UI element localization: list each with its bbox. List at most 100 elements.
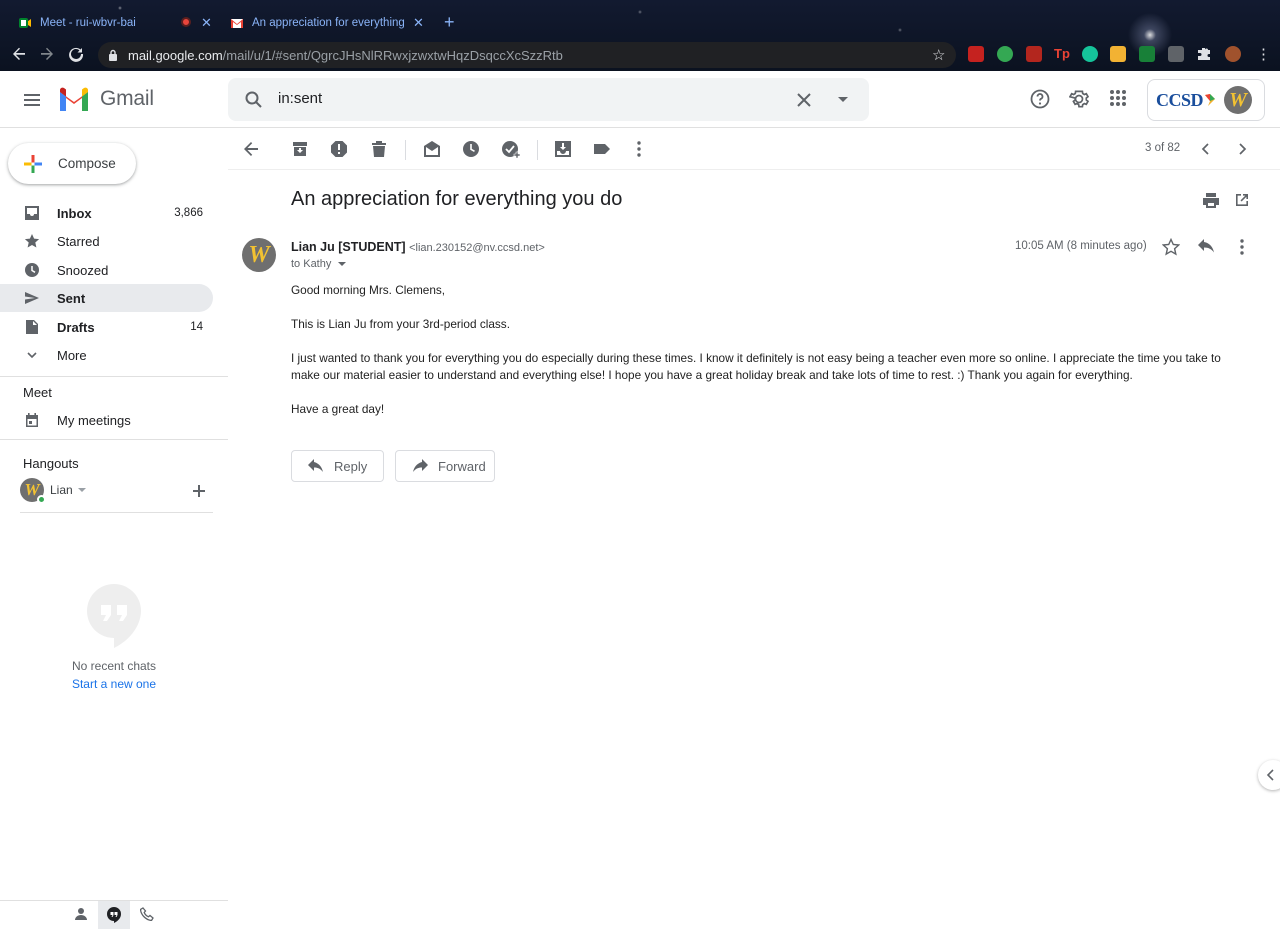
- body-paragraph: I just wanted to thank you for everythin…: [291, 351, 1221, 382]
- help-icon[interactable]: [1030, 89, 1050, 109]
- snooze-clock-icon[interactable]: [462, 140, 480, 158]
- bookmark-star-icon[interactable]: ☆: [932, 46, 945, 64]
- sidebar-item-drafts[interactable]: Drafts 14: [0, 313, 213, 341]
- unread-count: 3,866: [174, 207, 203, 219]
- more-vert-icon[interactable]: [1233, 238, 1251, 256]
- open-new-window-icon[interactable]: [1234, 192, 1250, 208]
- compose-button[interactable]: Compose: [8, 143, 136, 184]
- mark-unread-icon[interactable]: [423, 140, 441, 158]
- tab-title: An appreciation for everything: [252, 17, 405, 29]
- no-chats-text: No recent chats: [71, 659, 157, 673]
- add-task-icon[interactable]: [501, 140, 521, 158]
- sidebar: Compose Inbox 3,866 Starred Snoozed Sent…: [0, 128, 228, 929]
- url-path: /mail/u/1/#sent/QgrcJHsNlRRwxjzwxtwHqzDs…: [222, 47, 563, 63]
- archive-icon[interactable]: [291, 140, 309, 158]
- extension-sheets-icon[interactable]: [1139, 46, 1155, 62]
- caret-down-icon[interactable]: [77, 487, 86, 493]
- extension-green-icon[interactable]: [997, 46, 1013, 62]
- side-panel-toggle[interactable]: [1258, 760, 1280, 790]
- star-icon[interactable]: [1162, 238, 1180, 256]
- sidebar-item-snoozed[interactable]: Snoozed: [0, 256, 213, 284]
- lock-icon: [109, 49, 117, 61]
- draft-count: 14: [190, 321, 203, 333]
- calendar-icon: [26, 413, 38, 427]
- browser-chrome: Meet - rui-wbvr-bai ✕ An appreciation fo…: [0, 0, 1280, 71]
- move-to-icon[interactable]: [554, 140, 572, 158]
- chevron-down-icon: [27, 352, 37, 359]
- more-vert-icon[interactable]: [630, 140, 648, 158]
- forward-button[interactable]: Forward: [395, 450, 495, 482]
- back-arrow-icon[interactable]: [242, 140, 260, 158]
- caret-down-icon[interactable]: [837, 96, 849, 104]
- chevron-left-icon[interactable]: [1198, 141, 1214, 157]
- caret-down-icon[interactable]: [338, 261, 347, 267]
- account-avatar[interactable]: W: [1224, 86, 1253, 114]
- gmail-m-icon: [60, 87, 88, 111]
- recipient-line[interactable]: to Kathy: [291, 258, 347, 270]
- close-tab-icon[interactable]: ✕: [201, 15, 212, 31]
- extension-grid-icon[interactable]: [1168, 46, 1184, 62]
- extension-tp-icon[interactable]: Tp: [1054, 46, 1070, 62]
- new-tab-icon[interactable]: +: [444, 13, 455, 31]
- gmail-header: Gmail CCSD W: [0, 71, 1280, 128]
- tab-gmail[interactable]: An appreciation for everything: [230, 8, 430, 38]
- back-arrow-icon[interactable]: [9, 44, 29, 64]
- phone-icon[interactable]: [140, 907, 154, 921]
- tab-title: Meet - rui-wbvr-bai: [40, 17, 136, 29]
- sidebar-item-sent[interactable]: Sent: [0, 284, 213, 312]
- extension-ublock-icon[interactable]: [1026, 46, 1042, 62]
- search-icon[interactable]: [244, 90, 264, 110]
- print-icon[interactable]: [1202, 192, 1220, 208]
- reload-icon[interactable]: [66, 44, 86, 64]
- browser-menu-icon[interactable]: ⋮: [1256, 45, 1271, 63]
- sidebar-item-my-meetings[interactable]: My meetings: [0, 406, 213, 434]
- google-meet-icon: [19, 18, 31, 28]
- forward-arrow-icon[interactable]: [37, 44, 57, 64]
- close-tab-icon[interactable]: ✕: [413, 15, 424, 31]
- message-view: 3 of 82 An appreciation for everything y…: [228, 128, 1280, 800]
- divider: [0, 439, 228, 440]
- reply-button[interactable]: Reply: [291, 450, 384, 482]
- start-new-chat-link[interactable]: Start a new one: [0, 677, 228, 691]
- extensions-puzzle-icon[interactable]: [1196, 46, 1212, 62]
- hangouts-user[interactable]: W Lian: [20, 478, 86, 504]
- gmail-logo[interactable]: Gmail: [58, 87, 154, 111]
- sidebar-item-more[interactable]: More: [0, 341, 213, 369]
- chevron-left-icon: [1266, 769, 1274, 781]
- hangouts-avatar: W: [20, 478, 46, 504]
- chat-tab[interactable]: [98, 901, 130, 929]
- hangouts-bubble-icon: [87, 584, 141, 648]
- profile-avatar[interactable]: [1225, 46, 1241, 62]
- meet-title: Meet: [23, 385, 52, 400]
- search-input[interactable]: [278, 90, 728, 107]
- sidebar-item-label: Inbox: [57, 205, 92, 221]
- extension-adblock-icon[interactable]: [968, 46, 984, 62]
- address-bar[interactable]: mail.google.com/mail/u/1/#sent/QgrcJHsNl…: [98, 42, 956, 68]
- chevron-right-icon[interactable]: [1234, 141, 1250, 157]
- hamburger-menu-icon[interactable]: [22, 90, 42, 110]
- forward-icon: [413, 459, 428, 472]
- hangouts-title: Hangouts: [23, 456, 79, 471]
- hangouts-icon: [107, 907, 121, 923]
- sidebar-item-starred[interactable]: Starred: [0, 227, 213, 255]
- report-spam-icon[interactable]: [330, 140, 348, 158]
- extension-grammarly-icon[interactable]: [1082, 46, 1098, 62]
- reply-icon[interactable]: [1197, 238, 1215, 256]
- account-switcher[interactable]: CCSD W: [1147, 79, 1265, 121]
- hangouts-user-name: Lian: [50, 483, 73, 497]
- gear-icon[interactable]: [1069, 89, 1089, 109]
- trash-icon[interactable]: [370, 140, 388, 158]
- person-icon[interactable]: [74, 907, 88, 921]
- sidebar-item-inbox[interactable]: Inbox 3,866: [0, 199, 213, 227]
- add-chat-icon[interactable]: [192, 484, 206, 498]
- extension-thumb-icon[interactable]: [1110, 46, 1126, 62]
- close-icon[interactable]: [795, 91, 813, 109]
- search-bar[interactable]: [228, 78, 869, 121]
- divider: [20, 512, 213, 513]
- send-icon: [25, 292, 39, 304]
- apps-grid-icon[interactable]: [1109, 89, 1127, 107]
- label-icon[interactable]: [593, 140, 611, 158]
- sender-avatar[interactable]: W: [242, 238, 276, 272]
- message-toolbar: 3 of 82: [228, 128, 1280, 170]
- sender-name[interactable]: Lian Ju [STUDENT]: [291, 240, 406, 254]
